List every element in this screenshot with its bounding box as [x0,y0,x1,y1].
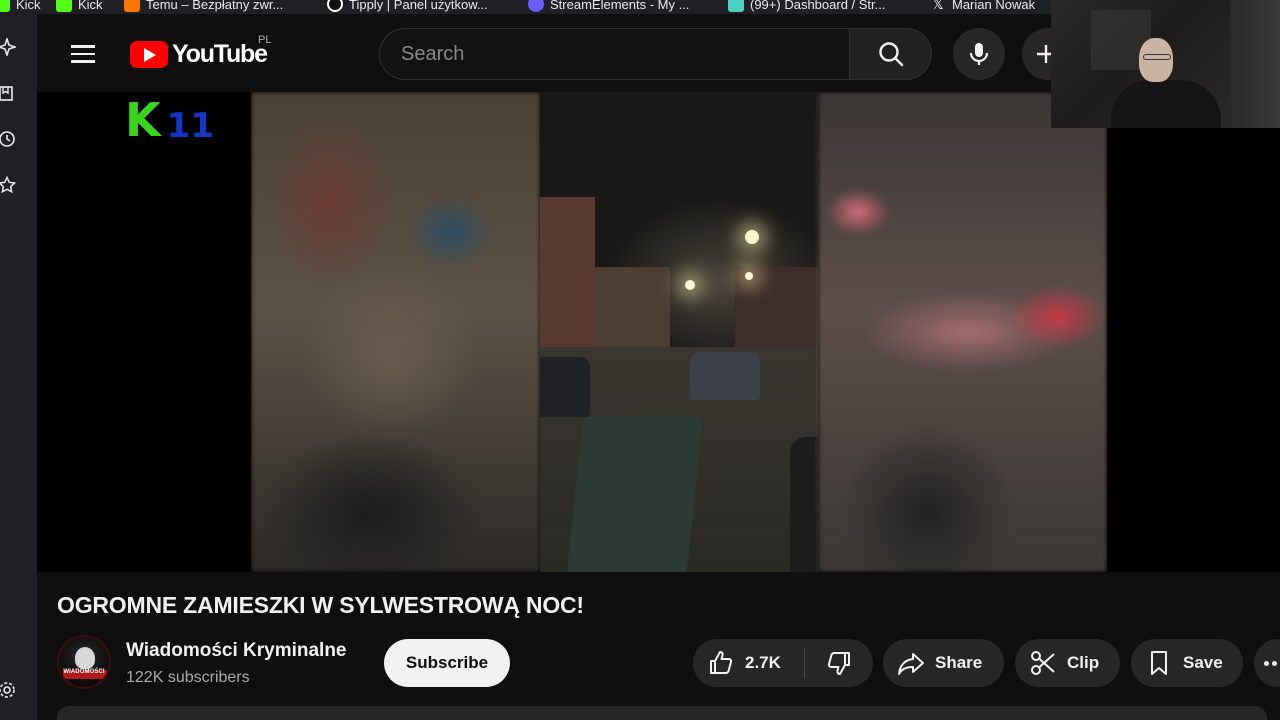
scissors-icon [1031,651,1055,675]
history-icon[interactable] [0,130,16,148]
street-lamp [745,272,753,280]
settings-icon[interactable] [0,681,16,699]
browser-sidebar [0,14,37,720]
share-button[interactable]: Share [883,639,1004,687]
tipply-icon [327,0,343,12]
kick-icon [0,0,10,12]
save-button[interactable]: Save [1131,639,1243,687]
hamburger-icon-line [71,60,95,63]
webcam-person-head [1139,38,1173,82]
share-label: Share [935,653,983,672]
youtube-play-icon [130,41,168,68]
kick-icon [56,0,72,12]
thumbs-up-icon [710,651,733,674]
voice-search-button[interactable] [953,28,1005,80]
ai-sparkle-icon[interactable] [0,36,18,58]
blurred-left-panel [251,92,540,572]
street-lamp [745,230,759,244]
video-title: OGROMNE ZAMIESZKI W SYLWESTROWĄ NOC! [57,592,584,618]
bookmark-tipply[interactable]: Tipply | Panel użytkow... [327,0,488,14]
thumbs-down-icon [827,652,850,675]
channel-watermark-logo: K 11 [125,97,214,143]
hamburger-icon-line [71,52,95,56]
street-scene [540,92,818,572]
dark-bin [790,437,818,572]
webcam-person-body [1111,80,1221,128]
video-player[interactable]: K 11 [37,92,1280,572]
webcam-glasses [1143,54,1171,60]
watermark-number: 11 [166,106,214,146]
save-label: Save [1183,653,1223,672]
parked-car [540,357,590,417]
favorites-icon[interactable] [0,175,17,194]
subscriber-count: 122K subscribers [126,669,250,686]
microphone-icon [969,43,989,65]
clip-button[interactable]: Clip [1015,639,1120,687]
bookmark-kick-2[interactable]: Kick [56,0,103,14]
building-left-far [595,267,670,357]
building-left [540,197,595,367]
search-icon [878,42,903,67]
bookmark-label: Kick [78,0,103,12]
dashboard-icon [728,0,744,12]
bookmark-label: Marian Nowak [952,0,1036,12]
search-box [379,28,850,80]
streamelements-icon [528,0,544,12]
bookmark-label: Temu – Bezpłatny zwr... [146,0,284,12]
bookmark-label: Tipply | Panel użytkow... [349,0,488,12]
video-frame [251,92,1107,572]
bookmark-temu[interactable]: Temu – Bezpłatny zwr... [124,0,283,14]
webcam-wall [1230,0,1280,128]
channel-name[interactable]: Wiadomości Kryminalne [126,640,347,662]
clip-label: Clip [1067,653,1100,672]
bookmark-manager-icon[interactable] [0,84,16,102]
watermark-letter: K [125,93,161,147]
more-dots-icon [1264,660,1269,666]
subscribe-button[interactable]: Subscribe [384,639,510,687]
more-actions-button[interactable] [1254,639,1280,687]
skull-icon [75,647,95,669]
bookmark-label: Kick [16,0,41,12]
x-logo-icon: 𝕏 [932,0,944,12]
dislike-button[interactable] [805,639,873,687]
avatar-text: WIADOMOŚCI [63,669,105,675]
bookmark-icon [1151,651,1167,675]
logo-wordmark: YouTube [172,40,268,68]
bookmark-kick-1[interactable]: Kick [0,0,41,14]
guide-menu-button[interactable] [63,34,103,74]
hamburger-icon [71,45,95,48]
like-count: 2.7K [745,653,781,672]
parked-car [690,352,760,400]
like-dislike-group: 2.7K [693,639,873,687]
bookmark-streamelements[interactable]: StreamElements - My ... [528,0,689,14]
channel-avatar[interactable]: WIADOMOŚCI [57,635,111,689]
bookmark-label: (99+) Dashboard / Str... [750,0,886,12]
bookmark-dashboard[interactable]: (99+) Dashboard / Str... [728,0,885,14]
webcam-overlay [1051,0,1280,128]
temu-icon [124,0,140,12]
like-button[interactable]: 2.7K [693,639,804,687]
bookmark-x-profile[interactable]: 𝕏 Marian Nowak [930,0,1035,14]
search-button[interactable] [850,28,932,80]
more-dots-icon [1272,660,1277,666]
description-box[interactable] [57,706,1267,720]
search-input[interactable] [380,29,849,79]
blurred-right-panel [818,92,1107,572]
youtube-logo[interactable]: YouTube PL [130,34,271,69]
share-icon [898,653,924,675]
bookmark-label: StreamElements - My ... [550,0,690,12]
overturned-bin [566,417,704,572]
country-code: PL [258,34,272,46]
street-lamp [685,280,695,290]
